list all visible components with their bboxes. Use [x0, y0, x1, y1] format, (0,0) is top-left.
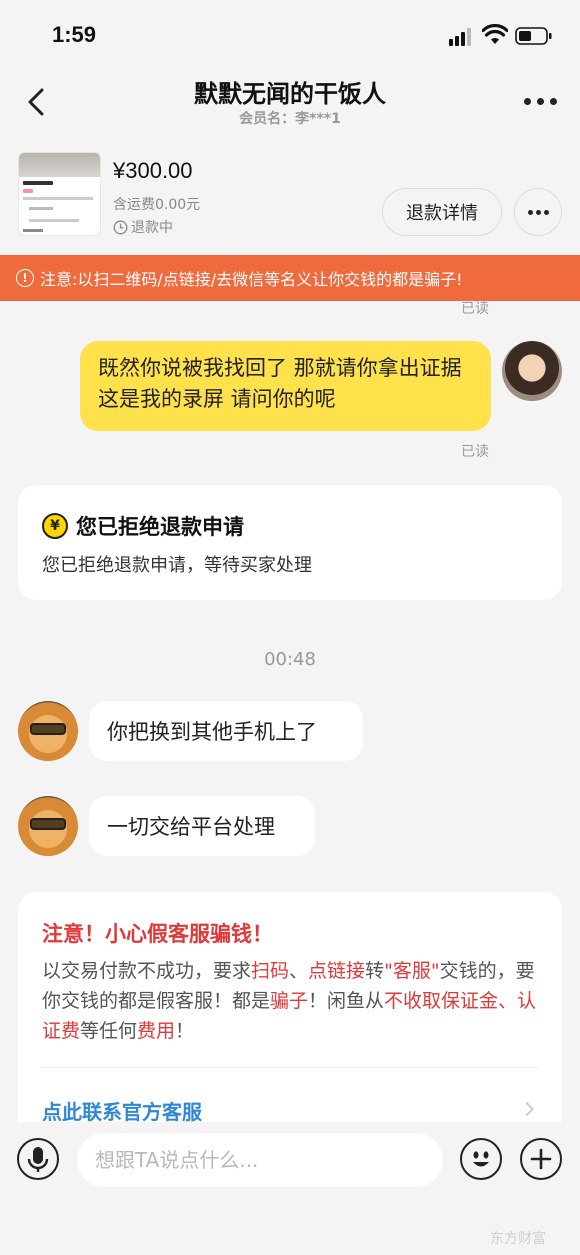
coin-icon: ¥: [42, 513, 68, 539]
notice-highlight: "客服": [384, 960, 440, 982]
system-card-header: ¥ 您已拒绝退款申请: [42, 511, 244, 541]
order-status-label: 退款中: [131, 220, 173, 236]
product-thumbnail[interactable]: [18, 152, 101, 236]
notice-title: 注意！小心假客服骗钱！: [42, 922, 273, 946]
message-timestamp: 00:48: [264, 649, 316, 670]
notice-text: ！闲鱼从: [308, 990, 385, 1012]
order-status: 退款中: [113, 217, 173, 237]
more-dots-icon[interactable]: [520, 94, 560, 110]
notice-text: 等任何: [80, 1020, 138, 1042]
member-name: 会员名：李***1: [239, 111, 341, 127]
plus-icon[interactable]: [520, 1138, 562, 1180]
notice-text: 转: [365, 960, 385, 982]
chat-title: 默默无闻的干饭人: [194, 80, 386, 108]
status-time: 1:59: [52, 22, 97, 47]
fraud-warning-text: 注意:以扫二维码/点链接/去微信等名义让你交钱的都是骗子!: [40, 270, 463, 289]
system-card-title: 您已拒绝退款申请: [76, 515, 244, 539]
chevron-right-icon: [519, 1101, 535, 1117]
warning-circle-icon: !: [16, 269, 34, 287]
notice-highlight: 骗子: [270, 990, 309, 1012]
system-card-desc: 您已拒绝退款申请，等待买家处理: [42, 555, 312, 576]
notice-text: 以交易付款不成功，要求: [42, 960, 252, 982]
refund-details-button[interactable]: 退款详情: [382, 188, 502, 236]
order-more-button[interactable]: [514, 188, 562, 236]
divider: [42, 1067, 538, 1068]
buyer-avatar[interactable]: [18, 701, 78, 761]
buyer-avatar[interactable]: [18, 796, 78, 856]
notice-highlight: 扫码: [251, 960, 290, 982]
read-receipt: 已读: [461, 301, 489, 317]
notice-highlight: 费用: [137, 1020, 176, 1042]
contact-official-service-link[interactable]: 点此联系官方客服: [42, 1096, 202, 1125]
buyer-message-bubble[interactable]: 你把换到其他手机上了: [89, 701, 363, 761]
emoji-icon[interactable]: [460, 1138, 502, 1180]
battery-icon: [515, 27, 552, 45]
signal-icon: [449, 28, 477, 46]
notice-text: ！: [175, 1020, 195, 1042]
fraud-warning-banner: ! 注意:以扫二维码/点链接/去微信等名义让你交钱的都是骗子!: [0, 255, 580, 301]
my-avatar[interactable]: [502, 341, 562, 401]
wifi-icon: [482, 24, 508, 44]
notice-text: 、: [289, 960, 309, 982]
order-price: ¥300.00: [113, 158, 193, 183]
chat-header: 默默无闻的干饭人 会员名：李***1: [0, 70, 580, 140]
notice-highlight: 点链接: [308, 960, 366, 982]
shipping-fee: 含运费0.00元: [113, 197, 201, 213]
status-bar: 1:59: [0, 0, 580, 70]
refund-rejected-card[interactable]: ¥ 您已拒绝退款申请 您已拒绝退款申请，等待买家处理: [18, 485, 562, 600]
notice-body: 以交易付款不成功，要求扫码、点链接转"客服"交钱的，要你交钱的都是假客服！都是骗…: [42, 956, 538, 1046]
buyer-message-bubble[interactable]: 一切交给平台处理: [89, 796, 315, 856]
scam-notice-card: 注意！小心假客服骗钱！ 以交易付款不成功，要求扫码、点链接转"客服"交钱的，要你…: [18, 892, 562, 1132]
my-message-bubble[interactable]: 既然你说被我找回了 那就请你拿出证据 这是我的录屏 请问你的呢: [80, 341, 491, 431]
watermark: 东方财富: [490, 1231, 546, 1247]
voice-icon[interactable]: [17, 1138, 59, 1180]
order-card[interactable]: ¥300.00 含运费0.00元 退款中 退款详情: [0, 146, 580, 250]
clock-icon: [113, 220, 128, 234]
read-receipt: 已读: [461, 444, 489, 460]
message-input[interactable]: [77, 1133, 443, 1187]
